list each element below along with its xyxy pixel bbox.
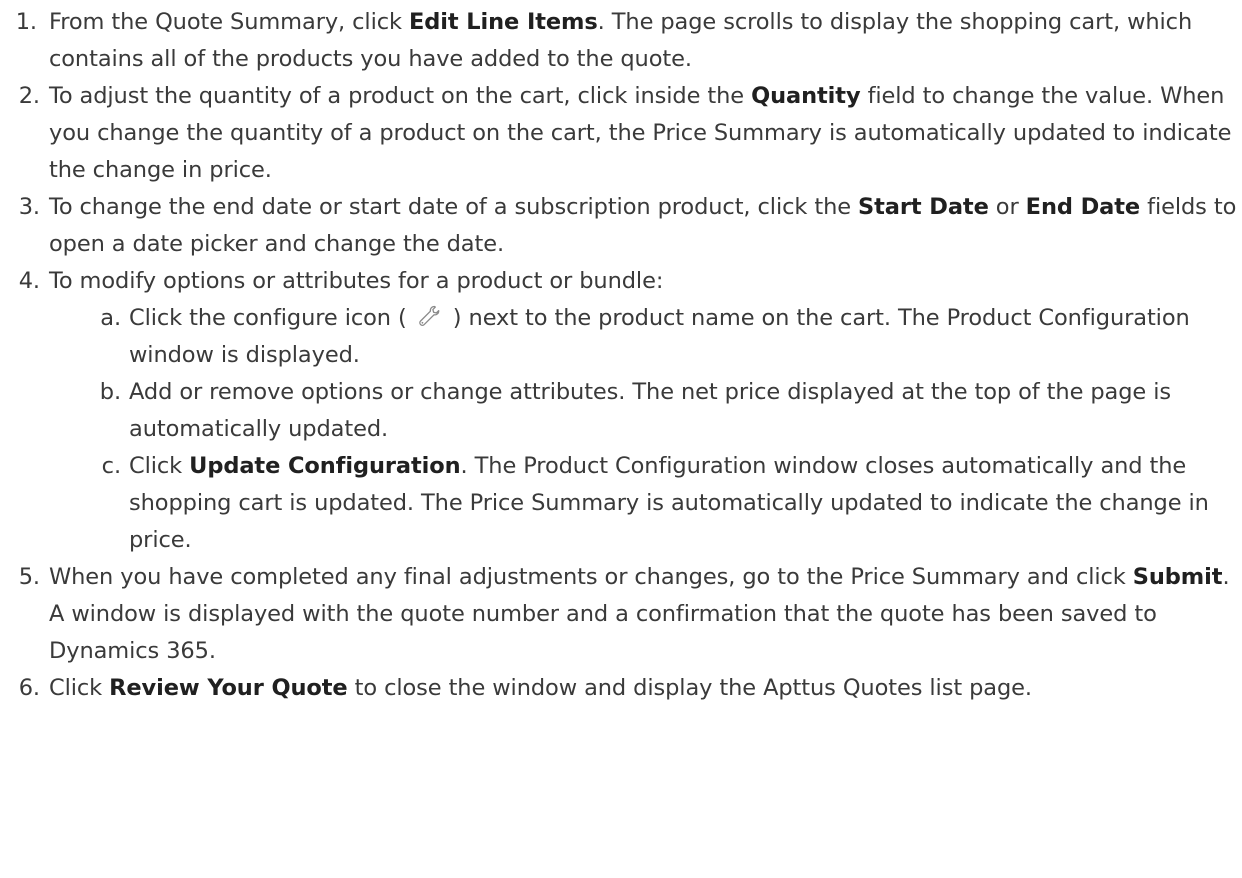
step-1: 1. From the Quote Summary, click Edit Li…	[0, 4, 1242, 78]
step-number: 2.	[18, 83, 40, 109]
step-text: to close the window and display the Aptt…	[347, 675, 1032, 701]
step-number: 5.	[18, 564, 40, 590]
step-text: or	[988, 194, 1026, 220]
substeps-list: a. Click the configure icon ( ) next to …	[0, 300, 1242, 559]
ui-term-end-date: End Date	[1025, 194, 1141, 220]
step-2: 2. To adjust the quantity of a product o…	[0, 78, 1242, 189]
step-number: 3.	[18, 194, 40, 220]
step-5: 5. When you have completed any final adj…	[0, 559, 1242, 670]
ui-term-review-your-quote: Review Your Quote	[109, 675, 348, 701]
substep-text: Click the configure icon (	[129, 305, 414, 331]
steps-list: 1. From the Quote Summary, click Edit Li…	[0, 4, 1242, 707]
ui-term-quantity: Quantity	[751, 83, 861, 109]
step-text: When you have completed any final adjust…	[49, 564, 1133, 590]
instruction-document: 1. From the Quote Summary, click Edit Li…	[0, 0, 1242, 878]
step-4-substeps: a. Click the configure icon ( ) next to …	[0, 300, 1242, 559]
step-number: 1.	[15, 9, 37, 35]
wrench-icon	[418, 302, 442, 326]
step-number: 4.	[18, 268, 40, 294]
step-text: To modify options or attributes for a pr…	[49, 268, 664, 294]
step-4: 4. To modify options or attributes for a…	[0, 263, 1242, 300]
substep-letter: a.	[100, 305, 121, 331]
step-text: To adjust the quantity of a product on t…	[49, 83, 752, 109]
substep-letter: c.	[101, 453, 121, 479]
step-text: From the Quote Summary, click	[49, 9, 409, 35]
step-3: 3. To change the end date or start date …	[0, 189, 1242, 263]
ui-term-submit: Submit	[1132, 564, 1223, 590]
substep-c: c. Click Update Configuration. The Produ…	[0, 448, 1242, 559]
step-6: 6. Click Review Your Quote to close the …	[0, 670, 1242, 707]
substep-a: a. Click the configure icon ( ) next to …	[0, 300, 1242, 374]
substep-text: Add or remove options or change attribut…	[129, 379, 1171, 442]
substep-text: Click	[129, 453, 190, 479]
step-text: Click	[49, 675, 110, 701]
substep-b: b. Add or remove options or change attri…	[0, 374, 1242, 448]
step-number: 6.	[18, 675, 40, 701]
substep-letter: b.	[99, 379, 121, 405]
ui-term-edit-line-items: Edit Line Items	[409, 9, 598, 35]
step-text: To change the end date or start date of …	[49, 194, 859, 220]
ui-term-update-configuration: Update Configuration	[189, 453, 461, 479]
ui-term-start-date: Start Date	[858, 194, 989, 220]
